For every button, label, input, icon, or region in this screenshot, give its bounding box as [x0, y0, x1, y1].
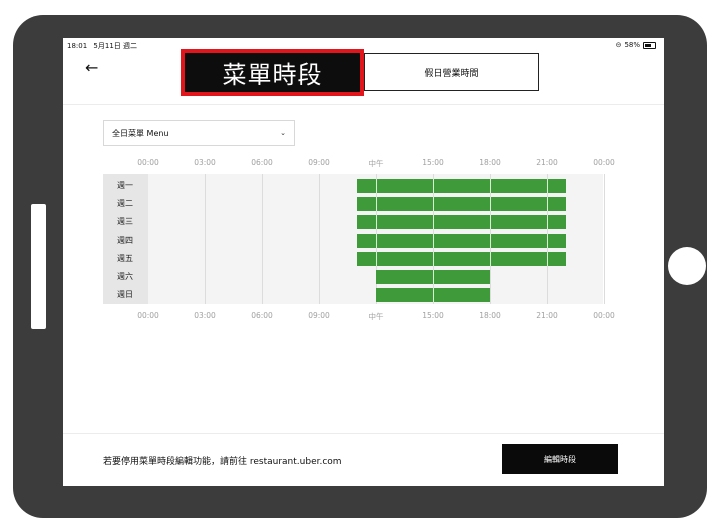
footer-note: 若要停用菜單時段編輯功能，請前往 restaurant.uber.com — [103, 457, 342, 467]
bar-hour-divider — [547, 233, 548, 248]
hour-label-bottom: 03:00 — [194, 311, 216, 320]
status-time: 18:01 — [67, 42, 88, 50]
status-bar-left: 18:01 5月11日 週二 — [67, 41, 141, 51]
bar-hour-divider — [433, 215, 434, 230]
bar-hour-divider — [433, 288, 434, 303]
bar-hour-divider — [433, 251, 434, 266]
hour-label-top: 15:00 — [422, 158, 444, 167]
status-battery: 58% — [624, 41, 640, 49]
hour-label-bottom: 15:00 — [422, 311, 444, 320]
hour-label-top: 06:00 — [251, 158, 273, 167]
day-label: 週三 — [117, 217, 133, 227]
hour-label-top: 中午 — [368, 159, 384, 168]
bar-hour-divider — [376, 197, 377, 212]
hour-label-bottom: 中午 — [368, 312, 384, 321]
hour-label-top: 00:00 — [593, 158, 615, 167]
bar-hour-divider — [490, 251, 491, 266]
status-date: 5月11日 週二 — [93, 42, 138, 50]
arrow-left-icon[interactable]: ← — [85, 60, 98, 76]
hour-label-bottom: 06:00 — [251, 311, 273, 320]
bar-hour-divider — [433, 233, 434, 248]
hour-label-top: 21:00 — [536, 158, 558, 167]
open-hours-bar[interactable] — [357, 215, 566, 230]
bar-hour-divider — [490, 179, 491, 193]
tablet-home-button — [668, 247, 706, 285]
bar-hour-divider — [376, 233, 377, 248]
day-label: 週一 — [117, 181, 133, 190]
bar-hour-divider — [376, 179, 377, 193]
tab-menu-hours[interactable]: 菜單時段 — [181, 49, 364, 96]
hour-label-bottom: 21:00 — [536, 311, 558, 320]
tab-holiday-hours[interactable]: 假日營業時間 — [364, 53, 539, 91]
hour-gridline — [319, 174, 320, 304]
open-hours-bar[interactable] — [376, 270, 490, 284]
hour-gridline — [604, 174, 605, 304]
hour-label-bottom: 00:00 — [593, 311, 615, 320]
bar-hour-divider — [547, 197, 548, 212]
hour-gridline — [205, 174, 206, 304]
bar-hour-divider — [490, 197, 491, 212]
hour-label-top: 00:00 — [137, 158, 159, 167]
bar-hour-divider — [376, 251, 377, 266]
app-screen: 18:01 5月11日 週二 ⊝ 58% ← 菜單時段 假日營業時間 全日菜單 … — [63, 38, 664, 486]
menu-select-value: 全日菜單 Menu — [112, 128, 169, 138]
bar-hour-divider — [490, 215, 491, 230]
bar-hour-divider — [547, 215, 548, 230]
open-hours-bar[interactable] — [357, 251, 566, 266]
bar-hour-divider — [547, 251, 548, 266]
day-label: 週二 — [117, 199, 133, 209]
hour-label-bottom: 09:00 — [308, 311, 330, 320]
day-label: 週日 — [117, 290, 133, 300]
day-label: 週四 — [117, 235, 133, 245]
hour-label-top: 09:00 — [308, 158, 330, 167]
hour-gridline — [262, 174, 263, 304]
bar-hour-divider — [490, 233, 491, 248]
open-hours-bar[interactable] — [376, 288, 490, 303]
link-icon: ⊝ — [615, 41, 622, 49]
bar-hour-divider — [433, 197, 434, 212]
edit-hours-button[interactable]: 編輯時段 — [502, 444, 618, 474]
open-hours-bar[interactable] — [357, 179, 566, 193]
open-hours-bar[interactable] — [357, 197, 566, 212]
footer-divider — [63, 433, 664, 434]
bar-hour-divider — [433, 270, 434, 284]
menu-select[interactable]: 全日菜單 Menu ⌄ — [103, 120, 295, 146]
open-hours-bar[interactable] — [357, 233, 566, 248]
bar-hour-divider — [376, 215, 377, 230]
chevron-down-icon: ⌄ — [280, 129, 286, 137]
day-label: 週五 — [117, 253, 133, 263]
battery-icon — [643, 41, 656, 49]
hour-label-bottom: 18:00 — [479, 311, 501, 320]
hour-label-top: 03:00 — [194, 158, 216, 167]
hour-label-top: 18:00 — [479, 158, 501, 167]
tablet-side-button — [31, 204, 46, 329]
bar-hour-divider — [547, 179, 548, 193]
bar-hour-divider — [433, 179, 434, 193]
header-divider — [63, 104, 664, 105]
hour-label-bottom: 00:00 — [137, 311, 159, 320]
day-label: 週六 — [117, 272, 133, 281]
status-bar-right: ⊝ 58% — [616, 41, 656, 49]
